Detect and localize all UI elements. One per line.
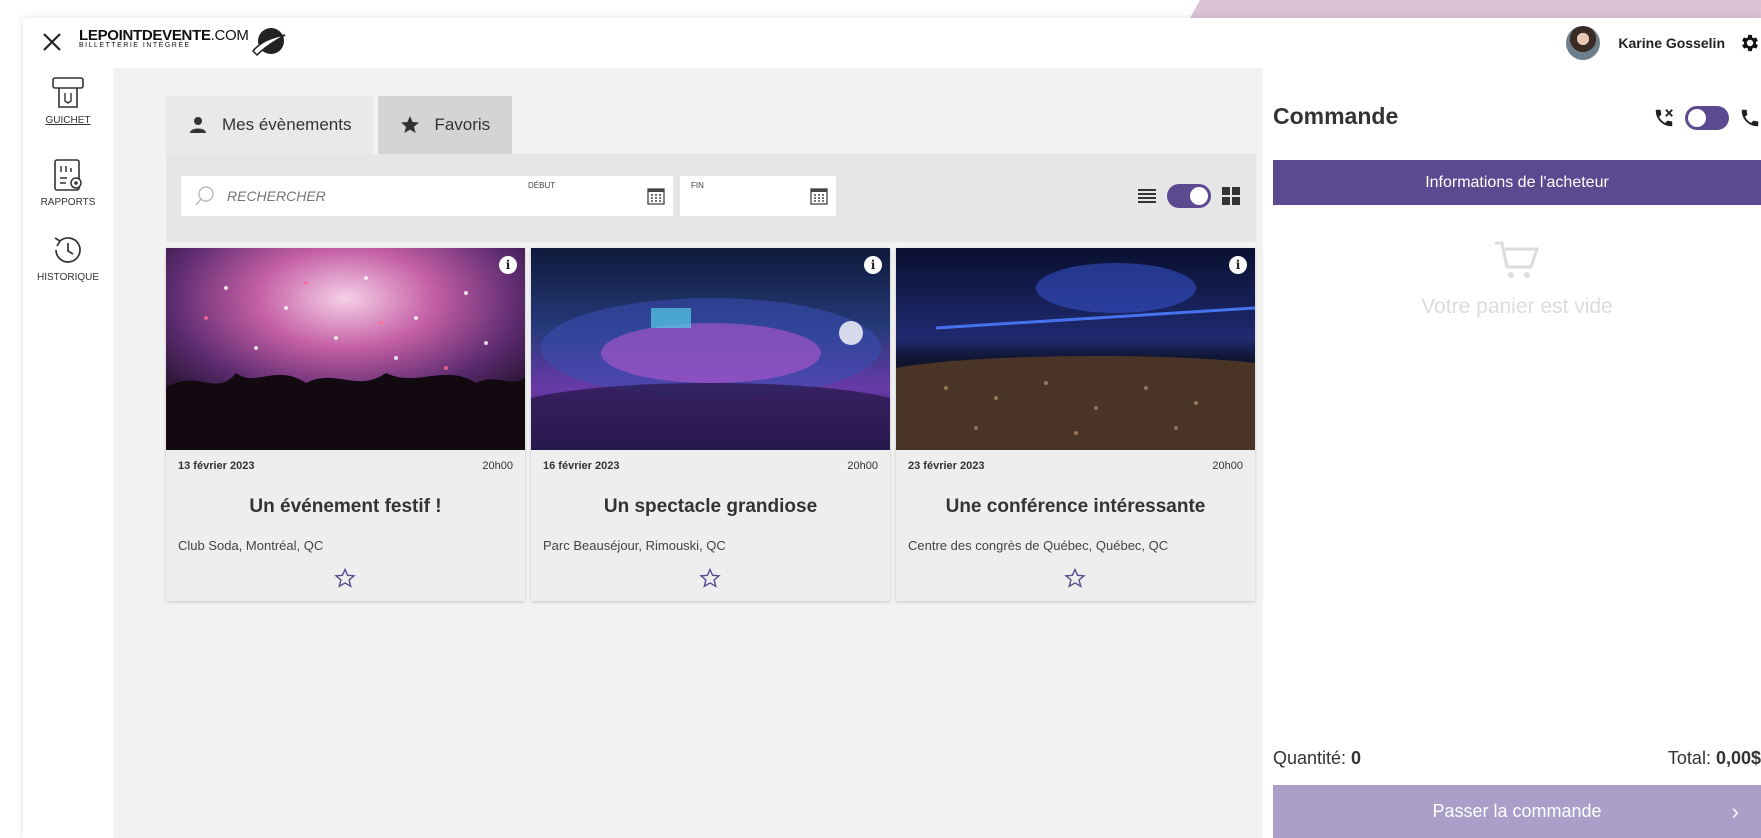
tab-label: Mes évènements bbox=[222, 115, 352, 134]
event-title: Une conférence intéressante bbox=[945, 496, 1206, 517]
phone-off-icon[interactable] bbox=[1653, 107, 1675, 129]
tab-favoris[interactable]: Favoris bbox=[378, 96, 513, 154]
search-input[interactable] bbox=[227, 188, 527, 204]
user-name: Karine Gosselin bbox=[1618, 35, 1725, 51]
tab-label: Favoris bbox=[434, 115, 491, 134]
event-venue: Centre des congrès de Québec, Québec, QC bbox=[908, 538, 1169, 553]
info-icon[interactable]: i bbox=[1229, 256, 1247, 274]
event-tabs: Mes évènements Favoris bbox=[166, 96, 513, 154]
phone-mode-toggle[interactable] bbox=[1685, 106, 1729, 130]
nav-item-historique[interactable]: HISTORIQUE bbox=[23, 225, 113, 305]
event-card[interactable]: i 16 février 2023 20h00 Un spectacle gra… bbox=[531, 248, 890, 601]
left-navigation: GUICHET RAPPORTS HISTORIQUE bbox=[23, 68, 113, 838]
total-label: Total: bbox=[1667, 748, 1716, 768]
search-icon bbox=[195, 186, 214, 206]
event-card[interactable]: i 23 février 2023 20h00 Une conférence i… bbox=[896, 248, 1255, 601]
quantity-summary: Quantité: 0 bbox=[1273, 748, 1361, 769]
event-venue: Parc Beauséjour, Rimouski, QC bbox=[543, 538, 726, 553]
grid-view-icon[interactable] bbox=[1221, 186, 1241, 206]
quantity-label: Quantité: bbox=[1273, 748, 1352, 768]
view-mode-toggle[interactable] bbox=[1167, 184, 1211, 208]
event-date: 23 février 2023 bbox=[908, 460, 985, 472]
checkout-button[interactable]: Passer la commande › bbox=[1273, 785, 1761, 838]
logo-mark-icon bbox=[251, 28, 286, 57]
nav-label-historique: HISTORIQUE bbox=[36, 272, 100, 283]
empty-cart: Votre panier est vide bbox=[1273, 240, 1761, 319]
app-window: LEPOINTDEVENTE.COM BILLETTERIE INTÉGRÉE … bbox=[23, 18, 1761, 838]
search-box[interactable] bbox=[181, 176, 551, 216]
start-date-label: DÉBUT bbox=[528, 181, 556, 190]
event-time: 20h00 bbox=[847, 460, 878, 472]
calendar-icon[interactable] bbox=[647, 187, 665, 205]
event-date: 13 février 2023 bbox=[178, 460, 255, 472]
info-icon[interactable]: i bbox=[864, 256, 882, 274]
close-icon[interactable] bbox=[39, 30, 65, 56]
nav-item-rapports[interactable]: RAPPORTS bbox=[23, 150, 113, 230]
event-image[interactable]: i bbox=[531, 248, 890, 450]
chevron-right-icon: › bbox=[1731, 799, 1739, 824]
avatar[interactable] bbox=[1566, 26, 1601, 60]
end-date-label: FIN bbox=[691, 181, 704, 190]
event-title: Un spectacle grandiose bbox=[603, 496, 818, 517]
empty-cart-text: Votre panier est vide bbox=[1421, 295, 1613, 318]
phone-mode-control bbox=[1653, 106, 1761, 130]
event-title: Un événement festif ! bbox=[249, 496, 442, 517]
total-summary: Total: 0,00$ bbox=[1668, 748, 1761, 769]
info-icon[interactable]: i bbox=[499, 256, 517, 274]
user-menu[interactable]: Karine Gosselin bbox=[1566, 26, 1761, 60]
nav-label-rapports: RAPPORTS bbox=[40, 197, 96, 208]
main-content: Mes évènements Favoris DÉBUT bbox=[113, 68, 1263, 838]
top-bar: LEPOINTDEVENTE.COM BILLETTERIE INTÉGRÉE … bbox=[23, 18, 1761, 68]
event-time: 20h00 bbox=[1212, 460, 1243, 472]
event-card[interactable]: i 13 février 2023 20h00 Un événement fes… bbox=[166, 248, 525, 601]
end-date-field[interactable]: FIN bbox=[680, 176, 836, 216]
history-icon bbox=[54, 237, 81, 263]
checkout-label: Passer la commande bbox=[1432, 801, 1602, 821]
event-image[interactable]: i bbox=[166, 248, 525, 450]
favorite-star-icon[interactable] bbox=[1064, 568, 1086, 588]
start-date-field[interactable]: DÉBUT bbox=[517, 176, 673, 216]
logo: LEPOINTDEVENTE.COM BILLETTERIE INTÉGRÉE bbox=[79, 27, 286, 61]
gear-icon[interactable] bbox=[1739, 32, 1761, 54]
view-mode-control bbox=[1137, 184, 1241, 208]
list-view-icon[interactable] bbox=[1137, 187, 1157, 205]
event-time: 20h00 bbox=[482, 460, 513, 472]
filter-bar: DÉBUT FIN bbox=[166, 154, 1256, 242]
report-settings-icon bbox=[54, 159, 82, 191]
nav-label-guichet: GUICHET bbox=[45, 115, 91, 126]
calendar-icon[interactable] bbox=[810, 187, 828, 205]
event-date: 16 février 2023 bbox=[543, 460, 620, 472]
event-venue: Club Soda, Montréal, QC bbox=[178, 538, 324, 553]
favorite-star-icon[interactable] bbox=[699, 568, 721, 588]
panel-title: Commande bbox=[1273, 103, 1399, 129]
phone-icon[interactable] bbox=[1739, 107, 1761, 129]
favorite-star-icon[interactable] bbox=[334, 568, 356, 588]
ticket-machine-icon bbox=[52, 77, 84, 108]
buyer-info-button[interactable]: Informations de l'acheteur bbox=[1273, 160, 1761, 205]
background-accent-band bbox=[1190, 0, 1761, 18]
tab-mes-evenements[interactable]: Mes évènements bbox=[166, 96, 374, 154]
person-icon bbox=[190, 117, 206, 133]
cart-icon bbox=[1495, 241, 1540, 278]
total-value: 0,00$ bbox=[1715, 748, 1761, 768]
quantity-value: 0 bbox=[1351, 748, 1362, 768]
nav-item-guichet[interactable]: GUICHET bbox=[23, 68, 113, 148]
star-icon bbox=[401, 116, 420, 133]
event-image[interactable]: i bbox=[896, 248, 1255, 450]
order-panel: Commande Informations de l'acheteur Votr… bbox=[1263, 68, 1761, 838]
